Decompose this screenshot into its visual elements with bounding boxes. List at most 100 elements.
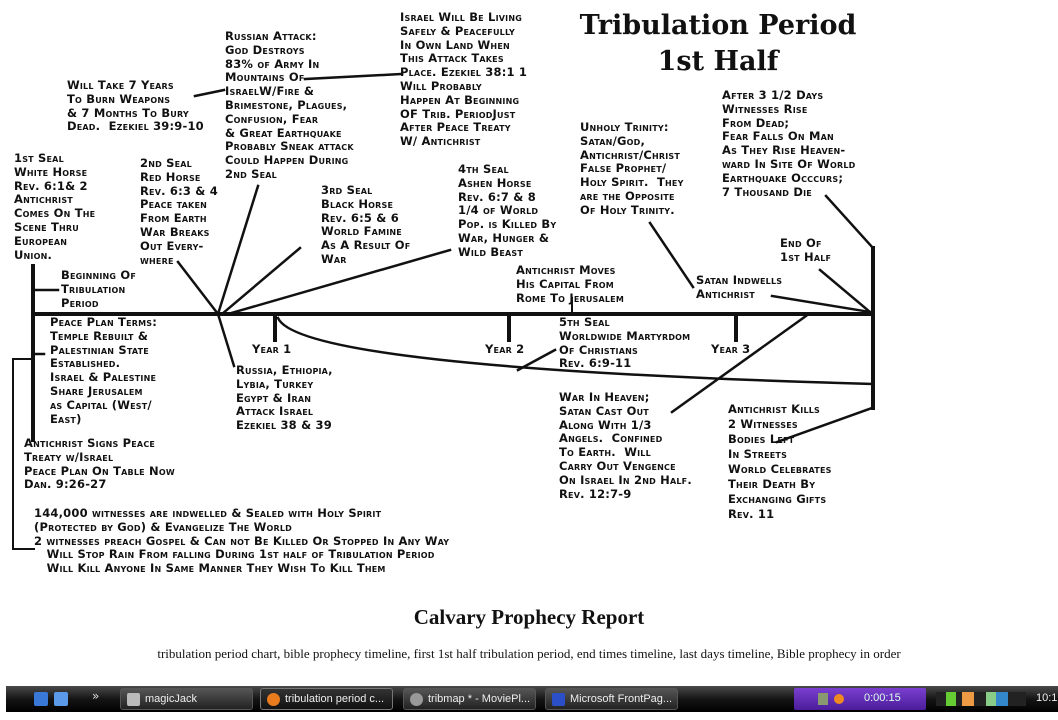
note-line: Exchanging Gifts <box>728 492 827 506</box>
note-line: 83% of Army In <box>225 56 320 71</box>
note-beginning: Beginning Of Tribulation Period <box>61 268 137 310</box>
note-line: War <box>321 251 347 266</box>
note-line: Satan Cast Out <box>559 403 649 418</box>
note-line: Red Horse <box>140 169 201 184</box>
note-line: Unholy Trinity: <box>580 120 669 134</box>
note-line: ward In Site Of World <box>722 156 856 171</box>
note-line: Out Every- <box>140 238 204 253</box>
note-line: W/ Antichrist <box>400 134 481 149</box>
note-line: Of Christians <box>559 342 638 357</box>
note-line: Peace Plan On Table Now <box>24 463 175 478</box>
note-capital: Antichrist Moves His Capital From Rome To … <box>516 263 624 305</box>
note-line: East) <box>50 411 82 426</box>
note-line: Rev. 6:1& 2 <box>14 178 88 193</box>
bottom-strip <box>0 712 1058 720</box>
note-line: Holy Spirit. They <box>580 175 684 190</box>
note-kills: Antichrist Kills 2 Witnesses Bodies Left In… <box>728 402 832 522</box>
note-line: War, Hunger & <box>458 230 550 245</box>
note-line: Will Kill Anyone In Same Manner They Wis… <box>34 561 386 576</box>
note-line: 1st Seal <box>14 151 64 165</box>
note-line: 2 Witnesses <box>728 417 798 431</box>
note-line: Rev. 6:9-11 <box>559 356 632 371</box>
note-seal3: 3rd Seal Black Horse Rev. 6:5 & 6 World Fam… <box>321 183 411 267</box>
note-line: Antichrist Kills <box>728 402 820 416</box>
taskbar-button-frontpage[interactable]: Microsoft FrontPag... <box>545 688 678 710</box>
note-seal2: 2nd Seal Red Horse Rev. 6:3 & 4 Peace taken… <box>140 156 218 267</box>
note-line: as Capital (West/ <box>50 397 152 412</box>
note-line: Dan. 9:26-27 <box>24 477 107 492</box>
note-line: War Breaks <box>140 224 210 239</box>
media-player-toolbar[interactable]: 0:00:15 <box>794 688 926 710</box>
note-line: False Prophet/ <box>580 161 667 176</box>
note-line: This Attack Takes <box>400 51 504 66</box>
note-signs: Antichrist Signs Peace Treaty w/Israel Pea… <box>24 436 175 492</box>
note-line: Worldwide Martyrdom <box>559 328 691 343</box>
note-line: To Earth. Will <box>559 445 651 460</box>
note-russia: Russia, Ethiopia, Lybia, Turkey Egypt & Ir… <box>236 363 333 433</box>
year-2-label: Year 2 <box>485 342 525 356</box>
note-line: 2nd Seal <box>140 156 192 170</box>
note-line: Place. Ezekiel 38:1 1 <box>400 65 528 80</box>
clock[interactable]: 10:1 <box>1036 692 1057 704</box>
note-line: OF Trib. PeriodJust <box>400 106 516 121</box>
show-desktop-icon[interactable] <box>34 692 48 706</box>
note-line: Witnesses Rise <box>722 101 808 116</box>
note-line: Satan Indwells <box>696 273 783 287</box>
note-line: Earthquake Occcurs; <box>722 170 844 185</box>
note-line: Peace taken <box>140 197 208 212</box>
note-line: Ezekiel 38 & 39 <box>236 418 332 433</box>
media-stop-icon[interactable] <box>834 694 844 704</box>
year-3-label: Year 3 <box>711 342 751 356</box>
note-line: Established. <box>50 356 121 371</box>
more-quicklaunch-button[interactable]: » <box>92 689 99 703</box>
media-pause-icon[interactable] <box>818 693 828 705</box>
note-seal5: 5th Seal Worldwide Martyrdom Of Christians… <box>559 315 691 371</box>
note-line: Antichrist/Christ <box>580 147 681 162</box>
note-line: White Horse <box>14 164 88 179</box>
note-end-half: End Of 1st Half <box>780 236 831 265</box>
note-line: Rev. 6:3 & 4 <box>140 183 218 198</box>
note-line: are the Opposite <box>580 188 675 203</box>
note-line: Russia, Ethiopia, <box>236 363 333 377</box>
note-line: Russian Attack: <box>225 29 317 43</box>
tray-icons[interactable] <box>936 692 1026 706</box>
note-line: 144,000 witnesses are indwelled & Sealed… <box>34 506 382 520</box>
note-line: Beginning Of <box>61 268 137 282</box>
note-line: To Burn Weapons <box>67 91 171 106</box>
note-line: Wild Beast <box>458 244 524 259</box>
note-line: Tribulation <box>61 281 126 296</box>
note-line: In Streets <box>728 447 788 461</box>
note-line: 7 Thousand Die <box>722 184 812 199</box>
note-line: World Celebrates <box>728 462 832 476</box>
frontpage-icon <box>552 692 565 706</box>
note-line: Mountains Of <box>225 70 305 85</box>
note-line: Scene Thru <box>14 219 79 234</box>
note-line: Share Jerusalem <box>50 383 143 398</box>
note-indwells: Satan Indwells Antichrist <box>696 273 783 302</box>
note-line: Egypt & Iran <box>236 390 312 405</box>
note-line: Antichrist <box>14 192 73 207</box>
note-line: Will Probably <box>400 78 482 93</box>
firefox-icon <box>267 692 280 706</box>
note-line: Probably Sneak attack <box>225 139 354 154</box>
note-line: End Of <box>780 236 822 250</box>
media-time: 0:00:15 <box>864 692 901 704</box>
note-line: God Destroys <box>225 42 305 57</box>
note-line: European <box>14 233 68 248</box>
note-line: 4th Seal <box>458 162 509 176</box>
taskbar-button-firefox[interactable]: tribulation period c... <box>260 688 393 710</box>
note-line: Black Horse <box>321 196 394 211</box>
note-line: Fear Falls On Man <box>722 129 834 144</box>
switch-windows-icon[interactable] <box>54 692 68 706</box>
note-line: where <box>140 252 174 267</box>
taskbar-button-moviemaker[interactable]: tribmap * - MoviePl... <box>403 688 536 710</box>
note-line: Israel & Palestine <box>50 370 157 385</box>
note-line: & Great Earthquake <box>225 125 342 140</box>
note-line: War In Heaven; <box>559 390 650 404</box>
note-line: Will Take 7 Years <box>67 78 174 92</box>
note-line: Palestinian State <box>50 342 149 357</box>
note-line: Brimestone, Plagues, <box>225 97 348 112</box>
taskbar-button-magicjack[interactable]: magicJack <box>120 688 253 710</box>
note-line: As A Result Of <box>321 238 411 253</box>
note-line: Attack Israel <box>236 404 314 419</box>
